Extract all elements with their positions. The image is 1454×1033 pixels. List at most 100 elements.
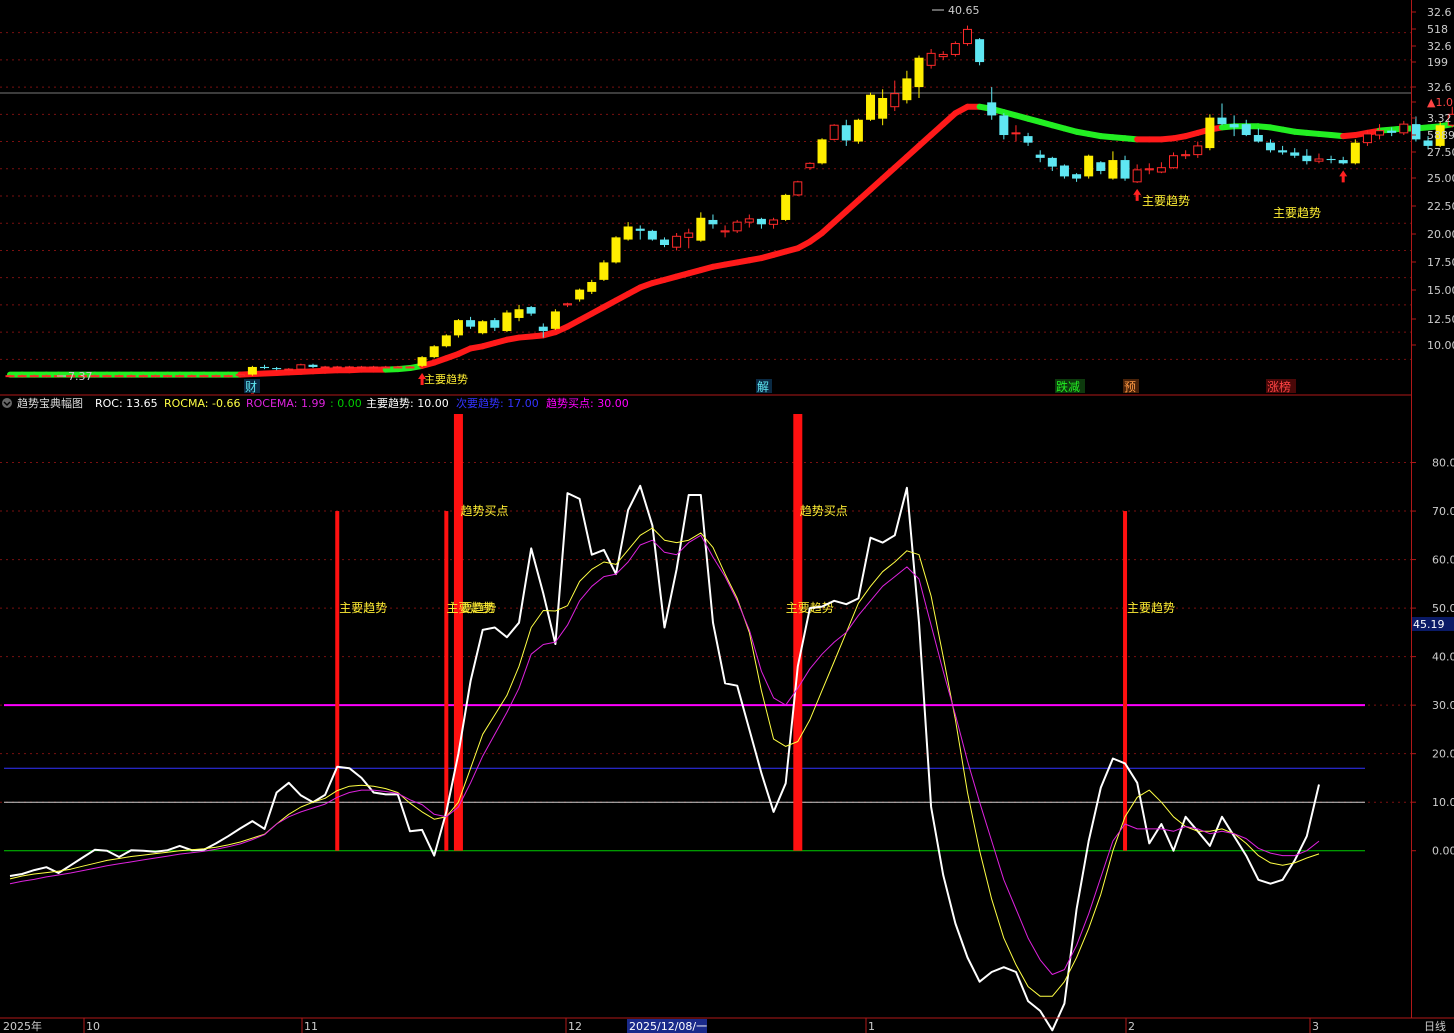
candle-body (587, 282, 597, 292)
candle-body (805, 162, 815, 169)
price-annotation-main-trend-1: 主要趋势 (1142, 194, 1190, 208)
header-zero: : 0.00 (330, 397, 362, 410)
candle-body (272, 368, 282, 370)
price-axis-label: 3.32 (1427, 112, 1452, 125)
period-button[interactable]: 日线 (1424, 1019, 1446, 1033)
candle-body (1253, 135, 1263, 142)
candle-body (1278, 150, 1288, 153)
candle-body (950, 43, 960, 55)
candle-body (999, 115, 1009, 136)
candle-body (1338, 160, 1348, 164)
candle-body (247, 366, 257, 375)
candle-body (659, 239, 669, 245)
candle-body (938, 53, 948, 58)
candle-body (1084, 155, 1094, 177)
price-axis-label: 27.50 (1427, 146, 1454, 159)
price-axis-label: 17.50 (1427, 256, 1454, 269)
signal-bar (335, 511, 340, 851)
candle-body (1217, 117, 1227, 125)
candle-body (1169, 155, 1179, 169)
time-label-dec: 12 (568, 1020, 582, 1033)
candle-body (260, 366, 270, 369)
time-label-feb: 2 (1128, 1020, 1135, 1033)
candle-body (975, 39, 985, 63)
price-axis-label: ▲1.0 (1427, 96, 1453, 109)
candle-body (381, 366, 391, 369)
candle-body (126, 375, 136, 378)
candle-body (344, 366, 354, 369)
candle-body (187, 375, 197, 378)
header-main-trend: 主要趋势: 10.00 (366, 397, 449, 410)
candle-body (793, 181, 803, 196)
price-axis-label: 10.00 (1427, 339, 1454, 352)
indicator-axis-label: 40.00 (1432, 651, 1454, 664)
candle-body (17, 375, 27, 378)
candle-body (902, 78, 912, 101)
candle-body (1375, 130, 1385, 136)
candle-body (1399, 123, 1409, 134)
price-axis-label: 12.50 (1427, 313, 1454, 326)
candle-body (235, 374, 245, 377)
candle-body (599, 262, 609, 280)
tag-jie: 解 (757, 380, 769, 394)
candle-body (1193, 145, 1203, 156)
indicator-axis-label: 30.00 (1432, 699, 1454, 712)
candle-body (1120, 160, 1130, 179)
candle-body (647, 230, 657, 240)
candle-body (29, 375, 39, 378)
candle-body (962, 28, 972, 45)
candle-body (150, 375, 160, 378)
peak-label: 40.65 (948, 4, 980, 17)
candle-body (1350, 142, 1360, 164)
price-axis-label: 32.6 (1427, 6, 1452, 19)
candle-body (1205, 117, 1215, 149)
signal-label: 主要趋势 (446, 601, 494, 615)
candle-body (514, 309, 524, 318)
candle-body (502, 312, 512, 332)
price-axis-label: 5889 (1427, 129, 1454, 142)
price-axis-label: 25.00 (1427, 172, 1454, 185)
candle-body (1156, 167, 1166, 173)
candle-body (866, 94, 876, 120)
collapse-icon[interactable] (2, 398, 12, 408)
header-buy-point: 趋势买点: 30.00 (546, 397, 629, 410)
time-label-mar: 3 (1312, 1020, 1319, 1033)
candle-body (744, 218, 754, 223)
candle-body (296, 364, 306, 370)
signal-label: 趋势买点 (800, 504, 848, 518)
signal-label: 主要趋势 (339, 601, 387, 615)
candle-body (926, 52, 936, 66)
tag-diejian: 跌减 (1056, 379, 1080, 394)
time-label-jan: 1 (868, 1020, 875, 1033)
candle-body (878, 98, 888, 119)
price-axis-label: 22.50 (1427, 200, 1454, 213)
candle-body (720, 230, 730, 233)
candle-body (1387, 130, 1397, 133)
price-axis-label: 15.00 (1427, 284, 1454, 297)
candle-body (684, 232, 694, 238)
candle-body (563, 303, 573, 306)
candle-body (1035, 154, 1045, 158)
candle-body (635, 228, 645, 231)
tag-yu: 预 (1124, 380, 1136, 394)
candle-body (320, 366, 330, 369)
signal-bar (444, 511, 449, 851)
time-label-year: 2025年 (3, 1019, 42, 1033)
candle-body (696, 217, 706, 241)
indicator-axis-label: 10.00 (1432, 796, 1454, 809)
candle-body (841, 125, 851, 141)
candle-body (1314, 158, 1324, 162)
price-annotation-main-trend-partial: 主要趋势 (424, 373, 468, 386)
signal-label: 趋势买点 (460, 504, 508, 518)
signal-bar (793, 414, 803, 851)
candle-body (1096, 162, 1106, 171)
candle-body (175, 375, 185, 378)
candle-body (1302, 155, 1312, 162)
candle-body (223, 375, 233, 378)
candle-body (429, 346, 439, 358)
candle-body (1265, 142, 1275, 151)
cursor-date: 2025/12/08/一 (629, 1020, 707, 1033)
candle-body (1011, 132, 1021, 135)
candle-body (441, 335, 451, 347)
candle-body (138, 375, 148, 378)
